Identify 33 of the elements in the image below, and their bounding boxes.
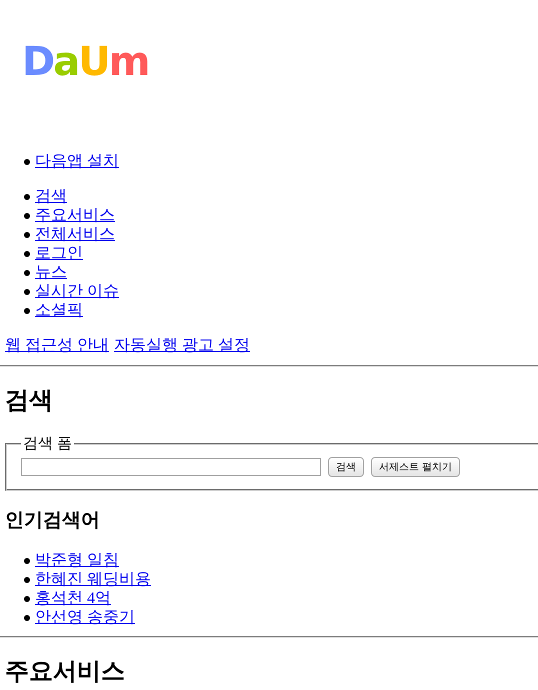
nav-link[interactable]: 뉴스	[35, 263, 67, 282]
utility-link[interactable]: 자동실행 광고 설정	[114, 336, 250, 356]
trending-keyword-link[interactable]: 한혜진 웨딩비용	[35, 570, 151, 589]
section-heading: 인기검색어	[5, 509, 101, 533]
nav-link[interactable]: 주요서비스	[35, 206, 115, 225]
nav-link[interactable]: 소셜픽	[35, 301, 83, 320]
form-legend: 검색 폼	[21, 434, 74, 453]
search-field[interactable]	[21, 458, 321, 476]
app-install-link[interactable]: 다음앱 설치	[35, 152, 119, 171]
bullet-icon	[24, 232, 30, 238]
utility-link[interactable]: 웹 접근성 안내	[5, 336, 109, 356]
nav-link[interactable]: 실시간 이슈	[35, 282, 119, 301]
suggest-toggle-button[interactable]: 서제스트 펼치기	[371, 457, 460, 477]
bullet-icon	[24, 576, 30, 582]
nav-link[interactable]: 로그인	[35, 244, 83, 263]
nav-link[interactable]: 전체서비스	[35, 225, 115, 244]
search-button[interactable]: 검색	[328, 457, 364, 477]
bullet-icon	[24, 308, 30, 314]
trending-keyword-link[interactable]: 안선영 송중기	[35, 608, 135, 627]
section-heading: 주요서비스	[5, 658, 126, 687]
nav-link[interactable]: 검색	[35, 187, 67, 206]
bullet-icon	[24, 288, 30, 294]
trending-keyword-link[interactable]: 홍석천 4억	[35, 589, 111, 608]
bullet-icon	[24, 270, 30, 276]
section-heading: 검색	[5, 387, 54, 416]
trending-keyword-link[interactable]: 박준형 일침	[35, 551, 119, 570]
bullet-icon	[24, 212, 30, 218]
bullet-icon	[24, 558, 30, 564]
bullet-icon	[24, 596, 30, 602]
bullet-icon	[24, 158, 30, 164]
bullet-icon	[24, 194, 30, 200]
bullet-icon	[24, 614, 30, 620]
bullet-icon	[24, 250, 30, 256]
